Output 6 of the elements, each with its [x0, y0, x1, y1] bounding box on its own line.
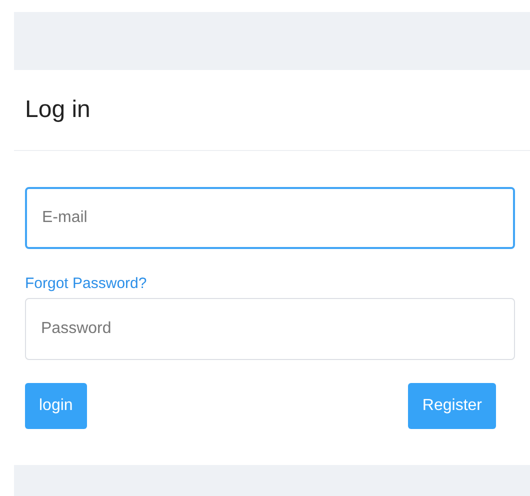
login-button[interactable]: login — [25, 383, 87, 429]
register-button[interactable]: Register — [408, 383, 496, 429]
page-title: Log in — [25, 96, 90, 124]
password-field[interactable]: Password — [25, 298, 515, 360]
forgot-password-link[interactable]: Forgot Password? — [25, 275, 147, 292]
email-field[interactable]: E-mail — [25, 187, 515, 249]
